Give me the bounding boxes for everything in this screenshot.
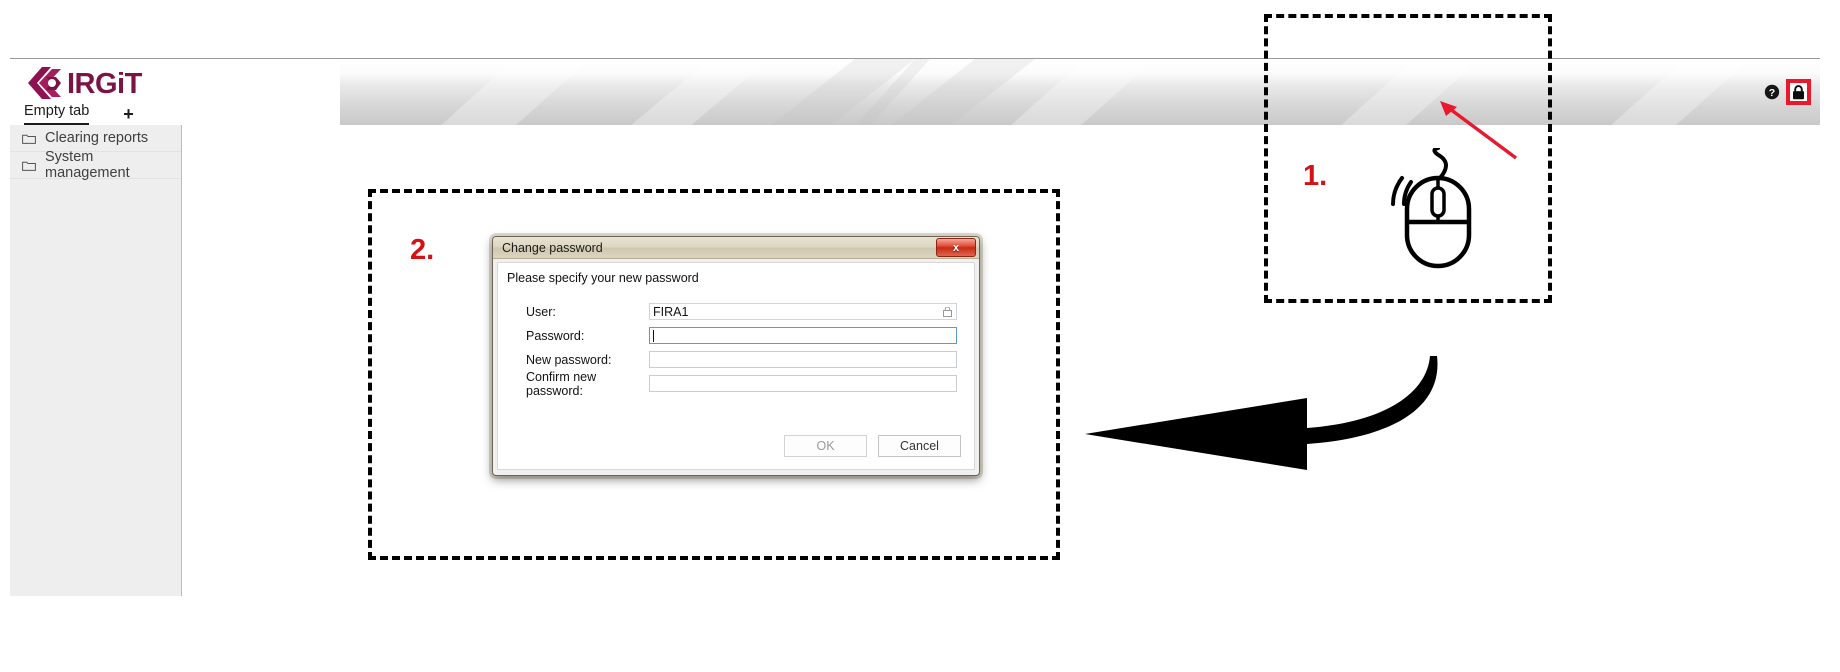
lock-icon[interactable] [1786,79,1811,105]
annotation-step-1-number: 1. [1303,160,1328,192]
mouse-icon [1391,148,1472,269]
folder-icon [22,134,36,144]
sidebar-nav: Clearing reports System management [10,125,182,596]
tab-empty-tab[interactable]: Empty tab [24,102,90,125]
annotation-box-step-2 [368,189,1060,560]
svg-text:?: ? [1769,87,1775,99]
help-icon[interactable]: ? [1764,84,1780,100]
annotation-step-2-number: 2. [410,234,435,266]
brand-name: IRGiT [67,68,142,100]
sidebar-item-label: System management [45,149,130,181]
add-tab-button[interactable]: + [123,105,134,123]
header-icon-group: ? [1764,79,1811,105]
folder-icon [22,161,36,171]
sidebar-item-system-management[interactable]: System management [10,149,181,181]
sidebar-item-clearing-reports[interactable]: Clearing reports [10,125,181,152]
black-curved-arrow [1085,356,1438,470]
irgit-logo-mark [28,67,61,99]
tab-strip: Empty tab + [10,102,340,125]
sidebar-item-label: Clearing reports [45,130,149,146]
